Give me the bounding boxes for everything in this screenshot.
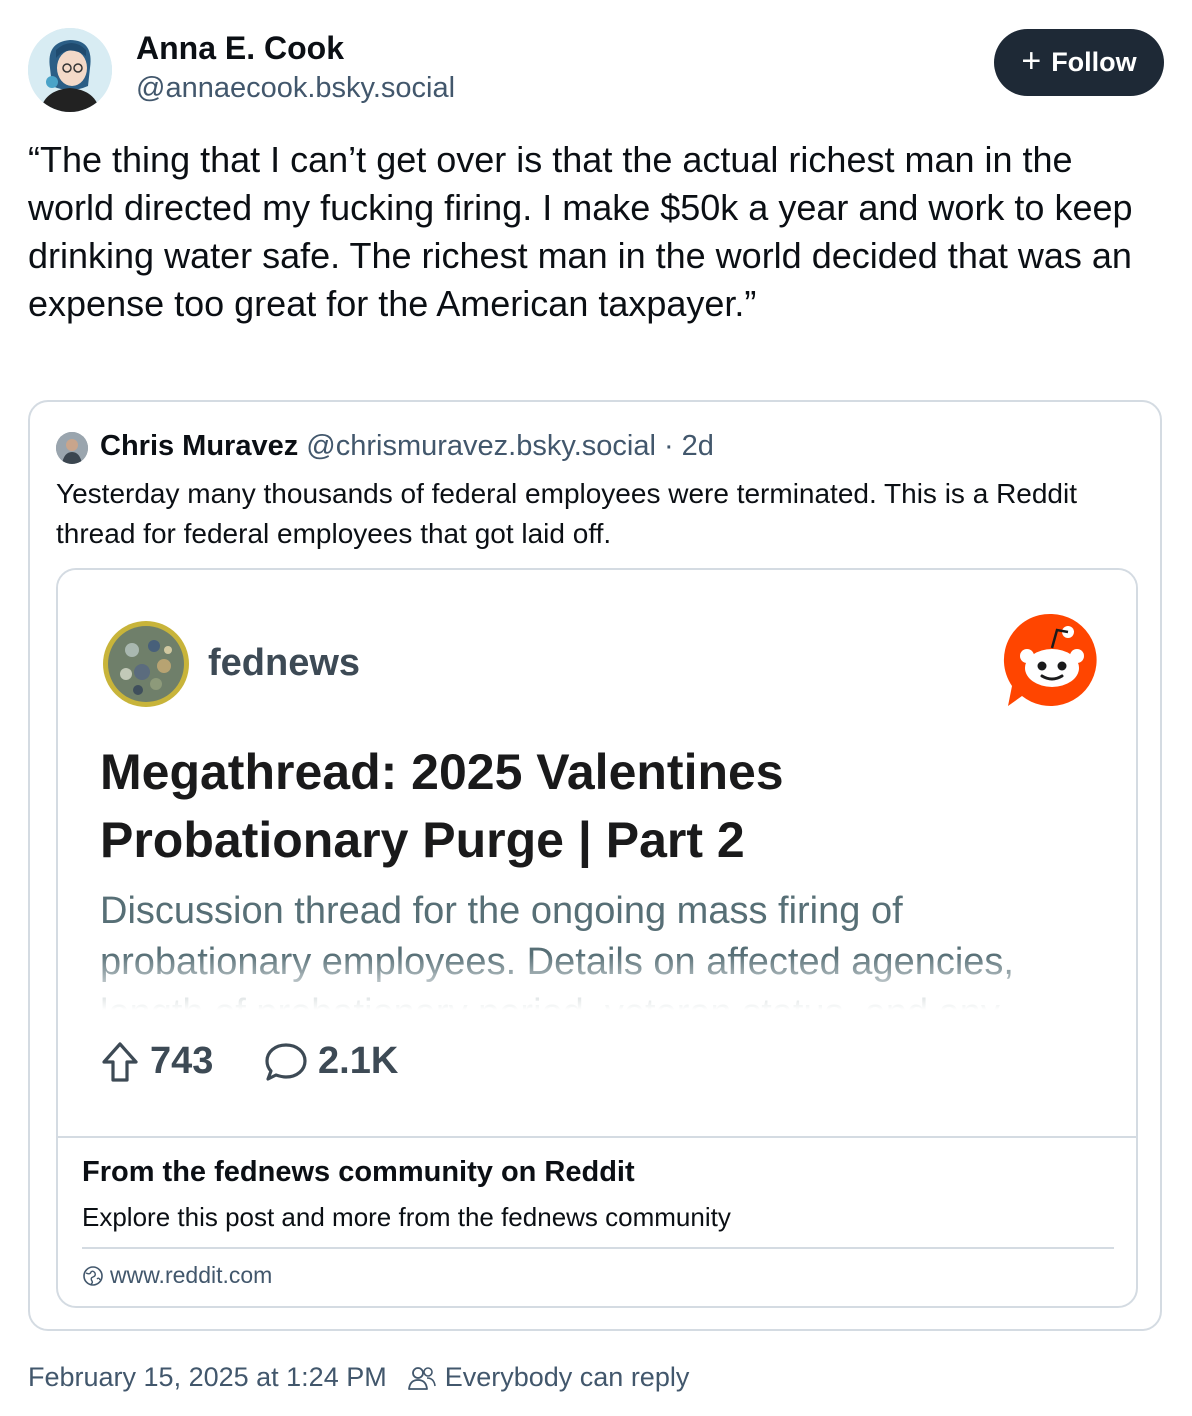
- follow-button[interactable]: + Follow: [994, 29, 1164, 96]
- author-handle[interactable]: @annaecook.bsky.social: [136, 72, 455, 105]
- quoted-post-text: Yesterday many thousands of federal empl…: [56, 478, 1078, 549]
- quoted-post[interactable]: Chris Muravez @chrismuravez.bsky.social …: [28, 400, 1162, 1331]
- quoted-post-age: · 2d: [663, 430, 714, 462]
- reply-setting-label: Everybody can reply: [444, 1362, 690, 1392]
- comment-bubble-icon: [265, 1042, 307, 1081]
- thread-title: Megathread: 2025 Valentines Probationary…: [100, 744, 784, 868]
- follow-label: Follow: [1051, 47, 1137, 77]
- author-display-name[interactable]: Anna E. Cook: [136, 30, 344, 67]
- reply-setting[interactable]: Everybody can reply: [407, 1362, 690, 1393]
- post-footer: February 15, 2025 at 1:24 PM Everybody c…: [28, 1362, 689, 1393]
- link-card-separator: [82, 1247, 1114, 1249]
- quoted-author-avatar[interactable]: [56, 432, 88, 464]
- link-card-description: Explore this post and more from the fedn…: [82, 1202, 731, 1232]
- quoted-post-header: Chris Muravez @chrismuravez.bsky.social …: [100, 430, 714, 463]
- post-timestamp[interactable]: February 15, 2025 at 1:24 PM: [28, 1362, 387, 1393]
- upvote-icon: [102, 1041, 138, 1082]
- subreddit-icon: [103, 621, 189, 707]
- upvote-count: 743: [100, 1040, 213, 1083]
- link-card-divider: [58, 1136, 1136, 1138]
- subreddit-name: fednews: [208, 642, 361, 684]
- post-text: “The thing that I can’t get over is that…: [28, 139, 1133, 324]
- plus-icon: +: [1021, 42, 1042, 80]
- comment-value: 2.1K: [318, 1040, 399, 1082]
- author-avatar[interactable]: [28, 28, 112, 112]
- quoted-author-handle[interactable]: @chrismuravez.bsky.social: [306, 430, 656, 462]
- upvote-value: 743: [150, 1040, 214, 1082]
- link-card[interactable]: fednews Megathread: 2025 Valentines Prob…: [56, 568, 1138, 1308]
- reddit-logo-icon: [1003, 613, 1097, 706]
- globe-icon: [83, 1265, 103, 1286]
- quoted-author-name[interactable]: Chris Muravez: [100, 430, 298, 462]
- link-domain-text: www.reddit.com: [110, 1262, 273, 1288]
- comment-count: 2.1K: [264, 1040, 398, 1083]
- link-card-title: From the fednews community on Reddit: [82, 1156, 635, 1188]
- link-card-preview-image: fednews Megathread: 2025 Valentines Prob…: [58, 570, 1136, 1136]
- people-icon: [407, 1366, 436, 1390]
- thread-description: Discussion thread for the ongoing mass f…: [100, 890, 1014, 1010]
- link-card-domain: www.reddit.com: [82, 1262, 272, 1289]
